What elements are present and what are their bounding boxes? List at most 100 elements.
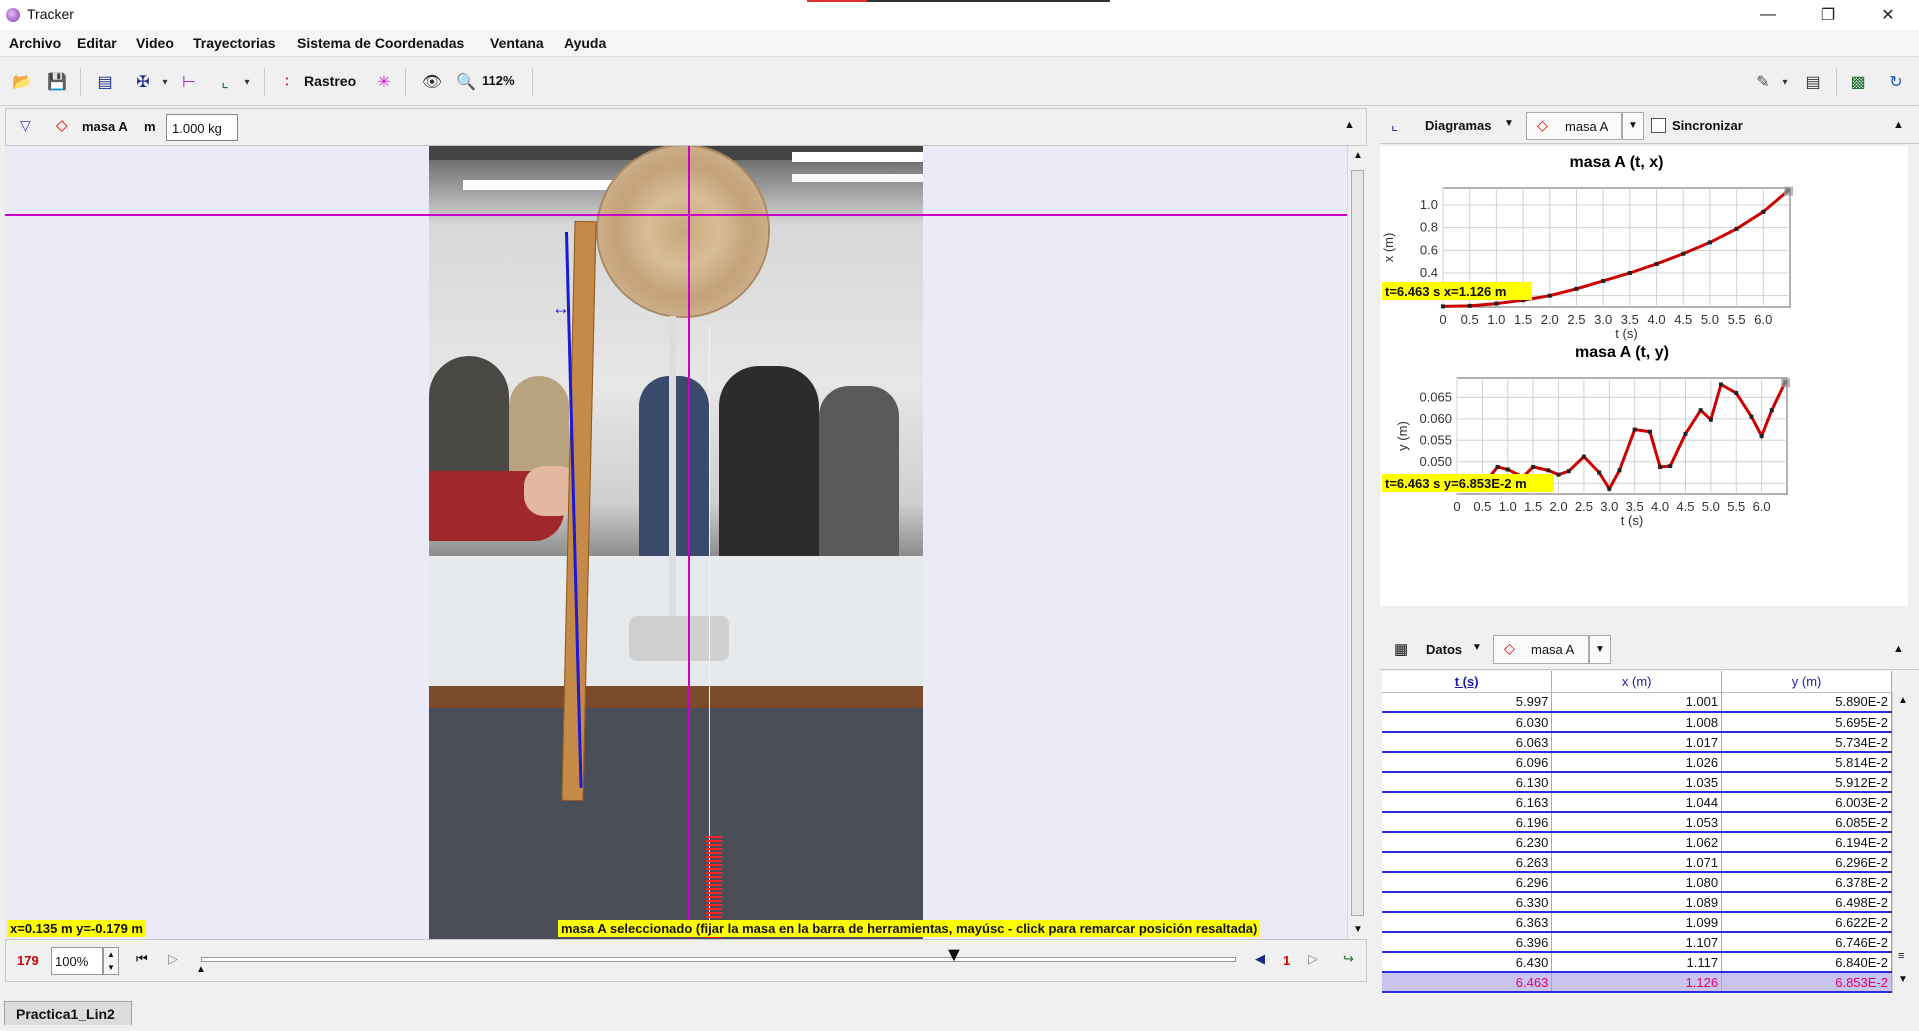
- restore-icon[interactable]: ❐: [1800, 0, 1856, 30]
- sync-checkbox[interactable]: [1651, 118, 1666, 133]
- cell-y[interactable]: 6.746E-2: [1721, 932, 1892, 953]
- table-row[interactable]: 6.163 1.044 6.003E-2: [1382, 792, 1892, 813]
- plot-track-selector[interactable]: ◇ masa A: [1526, 112, 1622, 140]
- data-table-container[interactable]: t (s) x (m) y (m) 5.997 1.001 5.890E-2 6.03…: [1382, 671, 1892, 994]
- chevron-down-icon[interactable]: ▼: [1622, 112, 1644, 140]
- cell-y[interactable]: 5.695E-2: [1721, 712, 1892, 733]
- cell-t[interactable]: 6.330: [1382, 892, 1553, 913]
- cell-x[interactable]: 1.107: [1551, 932, 1723, 953]
- chevron-down-icon[interactable]: ▾: [236, 71, 258, 93]
- diagramas-menu[interactable]: Diagramas: [1425, 118, 1491, 133]
- menu-video[interactable]: Video: [136, 35, 174, 51]
- start-marker-icon[interactable]: ▲: [196, 964, 206, 975]
- rate-stepper[interactable]: ▲ ▼: [103, 947, 119, 975]
- cell-x[interactable]: 1.053: [1551, 812, 1723, 833]
- cell-t[interactable]: 6.296: [1382, 872, 1553, 893]
- cell-x[interactable]: 1.017: [1551, 732, 1723, 753]
- cell-y[interactable]: 6.003E-2: [1721, 792, 1892, 813]
- menu-sistema-coordenadas[interactable]: Sistema de Coordenadas: [297, 35, 464, 51]
- mass-field[interactable]: 1.000 kg: [166, 114, 238, 141]
- cell-y[interactable]: 6.378E-2: [1721, 872, 1892, 893]
- cell-t[interactable]: 5.997: [1382, 692, 1553, 713]
- chevron-down-icon[interactable]: ▼: [1589, 635, 1611, 664]
- table-row[interactable]: 5.997 1.001 5.890E-2: [1382, 692, 1892, 713]
- cell-t[interactable]: 6.463: [1382, 972, 1553, 993]
- cell-y[interactable]: 6.853E-2: [1721, 972, 1892, 993]
- cell-y[interactable]: 6.296E-2: [1721, 852, 1892, 873]
- cell-x[interactable]: 1.071: [1551, 852, 1723, 873]
- refresh-icon[interactable]: ↻: [1885, 71, 1907, 93]
- plots-svg[interactable]: masa A (t, x) 0 0.5 1.0 1.5 2.0 2.5 3.0 3.5 4.0 4.…: [1380, 146, 1908, 606]
- scroll-down-icon[interactable]: ▼: [1898, 974, 1908, 985]
- table-row[interactable]: 6.196 1.053 6.085E-2: [1382, 812, 1892, 833]
- cell-y[interactable]: 5.814E-2: [1721, 752, 1892, 773]
- menu-editar[interactable]: Editar: [77, 35, 117, 51]
- tape-angle-arrow-icon[interactable]: ↔: [552, 298, 570, 319]
- column-header-y[interactable]: y (m): [1721, 671, 1892, 693]
- step-back-icon[interactable]: ◀: [1255, 951, 1265, 967]
- chevron-down-icon[interactable]: ▼: [1472, 642, 1482, 653]
- cell-t[interactable]: 6.263: [1382, 852, 1553, 873]
- frame-slider-track[interactable]: [201, 957, 1236, 962]
- chevron-down-icon[interactable]: ▼: [1504, 118, 1514, 129]
- table-row[interactable]: 6.230 1.062 6.194E-2: [1382, 832, 1892, 853]
- table-vertical-scrollbar[interactable]: ▲ ≡ ▼: [1892, 692, 1912, 994]
- scroll-up-icon[interactable]: ▲: [1353, 150, 1363, 161]
- collapse-up-icon[interactable]: ▲: [1893, 643, 1904, 655]
- cell-x[interactable]: 1.044: [1551, 792, 1723, 813]
- rastreo-button[interactable]: Rastreo: [304, 73, 356, 89]
- table-row[interactable]: 6.396 1.107 6.746E-2: [1382, 932, 1892, 953]
- cell-y[interactable]: 5.734E-2: [1721, 732, 1892, 753]
- table-row[interactable]: 6.096 1.026 5.814E-2: [1382, 752, 1892, 773]
- memory-icon[interactable]: ▩: [1847, 71, 1869, 93]
- data-track-selector[interactable]: ◇ masa A: [1493, 635, 1589, 664]
- video-vertical-scrollbar[interactable]: ▲ ▼: [1347, 146, 1367, 939]
- selected-track-name[interactable]: masa A: [82, 119, 128, 134]
- play-icon[interactable]: ▷: [168, 951, 178, 967]
- collapse-up-icon[interactable]: ▲: [1344, 119, 1355, 131]
- cell-x[interactable]: 1.026: [1551, 752, 1723, 773]
- scrollbar-thumb[interactable]: [1351, 170, 1364, 916]
- video-frame[interactable]: [429, 146, 923, 939]
- cell-y[interactable]: 6.194E-2: [1721, 832, 1892, 853]
- step-size[interactable]: 1: [1283, 953, 1290, 968]
- cell-x[interactable]: 1.062: [1551, 832, 1723, 853]
- frame-number[interactable]: 179: [17, 953, 39, 968]
- clip-settings-icon[interactable]: ▤: [94, 71, 116, 93]
- cell-t[interactable]: 6.163: [1382, 792, 1553, 813]
- menu-ventana[interactable]: Ventana: [490, 35, 544, 51]
- cell-t[interactable]: 6.196: [1382, 812, 1553, 833]
- cell-x[interactable]: 1.089: [1551, 892, 1723, 913]
- close-icon[interactable]: ✕: [1860, 0, 1916, 30]
- cell-y[interactable]: 6.085E-2: [1721, 812, 1892, 833]
- track-points-icon[interactable]: ∶: [276, 71, 298, 93]
- scroll-up-icon[interactable]: ▲: [1898, 695, 1908, 706]
- cell-x[interactable]: 1.126: [1551, 972, 1723, 993]
- tab-practica1-lin2[interactable]: Practica1_Lin2: [4, 1001, 132, 1025]
- slider-thumb-icon[interactable]: ▼: [944, 944, 964, 967]
- datos-menu[interactable]: Datos: [1426, 642, 1462, 657]
- y-axis-line[interactable]: [688, 146, 690, 939]
- save-icon[interactable]: 💾: [46, 71, 68, 93]
- measuring-tools-icon[interactable]: ⌞: [214, 71, 236, 93]
- cell-y[interactable]: 5.890E-2: [1721, 692, 1892, 713]
- cell-x[interactable]: 1.001: [1551, 692, 1723, 713]
- open-folder-icon[interactable]: 📂: [11, 71, 33, 93]
- reset-to-start-icon[interactable]: ⏮: [136, 951, 148, 967]
- collapse-up-icon[interactable]: ▲: [1893, 119, 1904, 131]
- table-row[interactable]: 6.296 1.080 6.378E-2: [1382, 872, 1892, 893]
- cell-t[interactable]: 6.230: [1382, 832, 1553, 853]
- table-row[interactable]: 6.330 1.089 6.498E-2: [1382, 892, 1892, 913]
- coordinate-axes-icon[interactable]: ⊢: [178, 71, 200, 93]
- table-row[interactable]: 6.463 1.126 6.853E-2: [1382, 972, 1892, 993]
- cell-t[interactable]: 6.096: [1382, 752, 1553, 773]
- loop-icon[interactable]: ↪: [1343, 951, 1354, 967]
- video-panel[interactable]: ↔ x=0.135 m y=-0.179 m masa A selecciona…: [5, 146, 1347, 939]
- calibration-tools-icon[interactable]: ✠: [132, 71, 154, 93]
- step-forward-icon[interactable]: ▷: [1308, 951, 1318, 967]
- notes-icon[interactable]: ▤: [1802, 71, 1824, 93]
- scroll-down-icon[interactable]: ▼: [1353, 924, 1363, 935]
- rate-spinner[interactable]: 100%: [51, 947, 103, 975]
- column-header-x[interactable]: x (m): [1551, 671, 1723, 693]
- cell-t[interactable]: 6.130: [1382, 772, 1553, 793]
